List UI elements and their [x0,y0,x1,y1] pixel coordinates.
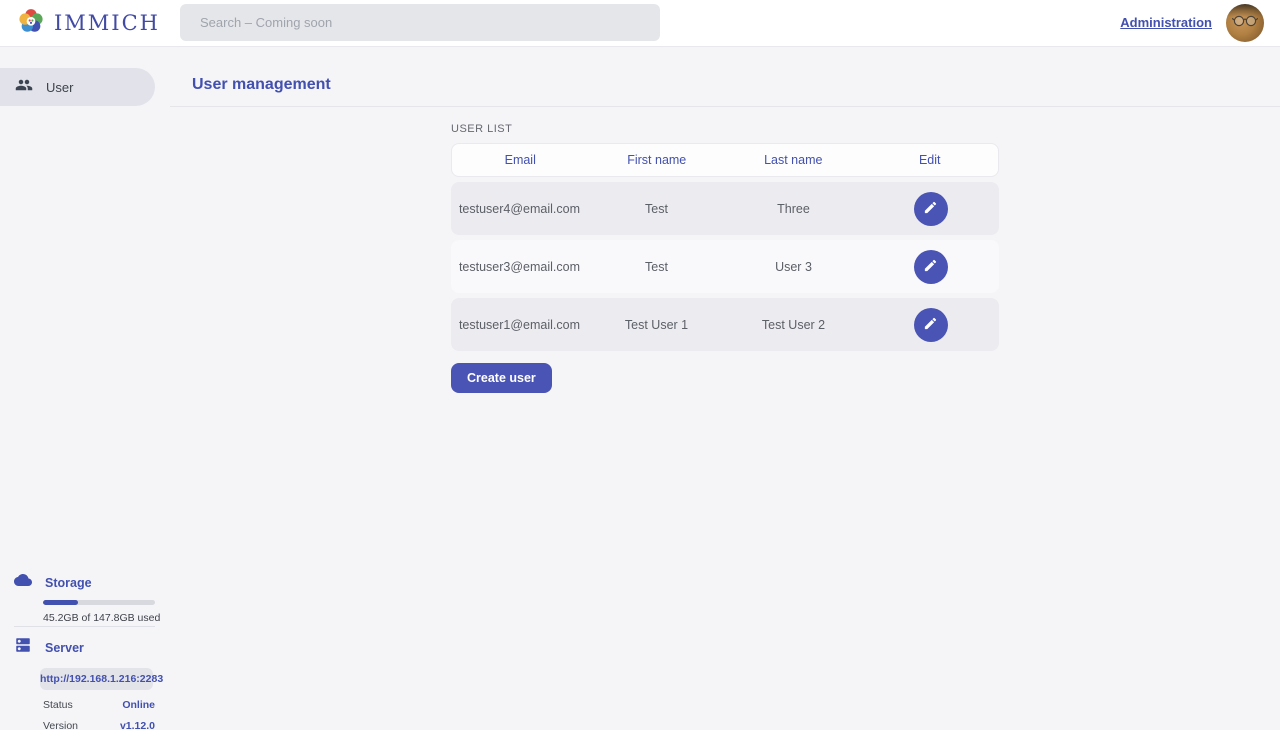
sidebar-item-label: User [46,80,73,95]
sidebar-item-user[interactable]: User [0,68,155,106]
storage-progress-bar [43,600,155,605]
group-icon [15,76,33,99]
edit-user-button[interactable] [914,308,948,342]
cell-first-name: Test User 1 [588,318,725,332]
column-header-email: Email [452,153,589,167]
brand-name: IMMICH [54,11,160,35]
server-status-row: Status Online [43,699,155,711]
storage-usage-text: 45.2GB of 147.8GB used [43,612,170,624]
cell-email: testuser3@email.com [451,260,588,274]
user-avatar[interactable] [1226,4,1264,42]
cell-email: testuser4@email.com [451,202,588,216]
cell-first-name: Test [588,202,725,216]
create-user-button[interactable]: Create user [451,363,552,393]
cell-last-name: Three [725,202,862,216]
cell-email: testuser1@email.com [451,318,588,332]
app-header: IMMICH Administration [0,0,1280,47]
edit-user-button[interactable] [914,250,948,284]
table-row: testuser4@email.com Test Three [451,182,999,235]
storage-progress-fill [43,600,78,605]
user-list-label: USER LIST [451,123,999,135]
cell-last-name: User 3 [725,260,862,274]
sidebar-divider [14,626,155,627]
status-value: Online [122,699,155,711]
administration-link[interactable]: Administration [1120,15,1212,30]
table-row: testuser3@email.com Test User 3 [451,240,999,293]
storage-section: Storage 45.2GB of 147.8GB used [0,571,170,624]
table-header-row: Email First name Last name Edit [451,143,999,177]
server-url-badge: http://192.168.1.216:2283 [40,668,153,690]
table-row: testuser1@email.com Test User 1 Test Use… [451,298,999,351]
immich-flower-icon [16,6,46,41]
pencil-icon [923,258,938,276]
home-logo-link[interactable]: IMMICH [16,7,160,39]
cell-last-name: Test User 2 [725,318,862,332]
glasses-icon [1232,14,1258,32]
version-label: Version [43,720,78,730]
cloud-icon [14,571,32,594]
search-bar [180,4,660,41]
search-input[interactable] [180,4,660,41]
cell-first-name: Test [588,260,725,274]
pencil-icon [923,200,938,218]
dns-server-icon [14,636,32,659]
server-section: Server http://192.168.1.216:2283 Status … [0,636,170,730]
column-header-first-name: First name [589,153,726,167]
sidebar: User Storage 45.2GB of 147.8GB used Serv… [0,47,170,730]
page-title: User management [192,76,331,94]
column-header-last-name: Last name [725,153,862,167]
status-label: Status [43,699,73,711]
server-label: Server [45,641,84,655]
column-header-edit: Edit [862,153,999,167]
server-version-row: Version v1.12.0 [43,720,155,730]
edit-user-button[interactable] [914,192,948,226]
pencil-icon [923,316,938,334]
version-value: v1.12.0 [120,720,155,730]
main-content: USER LIST Email First name Last name Edi… [170,107,1280,730]
storage-label: Storage [45,576,92,590]
